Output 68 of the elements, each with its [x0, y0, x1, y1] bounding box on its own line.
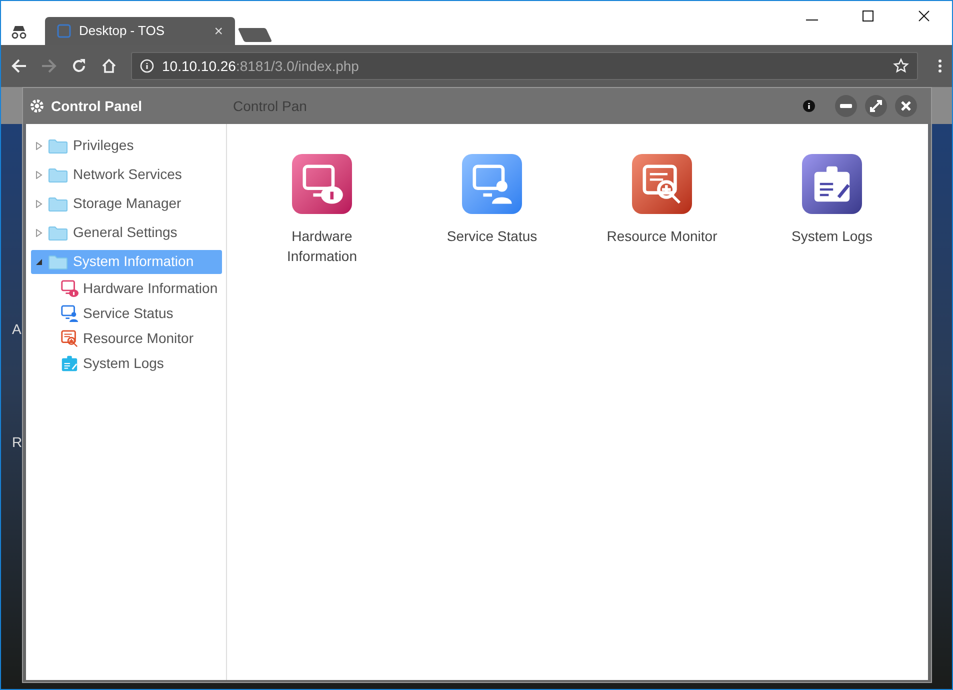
app-tile[interactable]: System Logs: [747, 154, 917, 246]
folder-icon: [48, 138, 68, 154]
tree-item[interactable]: System Logs: [31, 351, 222, 376]
info-icon[interactable]: [140, 59, 154, 73]
monitor-person-icon: [60, 304, 79, 323]
collapsed-triangle-icon[interactable]: [35, 170, 43, 178]
tree-item-label: Resource Monitor: [83, 329, 194, 348]
tree-item-label: Network Services: [73, 165, 182, 184]
star-icon[interactable]: [893, 58, 909, 74]
reload-icon[interactable]: [71, 58, 87, 74]
tile-label: System Logs: [790, 227, 874, 246]
close-icon: [901, 101, 911, 111]
expand-icon: [870, 100, 882, 112]
folder-icon: [48, 196, 68, 212]
address-field[interactable]: 10.10.10.26:8181/3.0/index.php: [131, 52, 918, 80]
collapsed-triangle-icon[interactable]: [35, 200, 43, 208]
back-icon[interactable]: [11, 58, 27, 74]
tree-item-label: Privileges: [73, 136, 134, 155]
browser-tab[interactable]: Desktop - TOS ×: [45, 17, 235, 45]
expanded-triangle-icon[interactable]: [35, 258, 43, 266]
folder-icon: [48, 166, 68, 182]
menu-icon[interactable]: [938, 58, 942, 74]
tree-item[interactable]: Privileges: [31, 134, 222, 158]
clipboard-pen-icon: [60, 354, 79, 373]
desktop-icon-label: A: [12, 320, 22, 339]
folder-icon: [48, 254, 68, 270]
close-icon[interactable]: [918, 10, 930, 22]
tree-item-label: System Information: [73, 252, 194, 271]
gear-icon: [29, 98, 45, 114]
tree-item[interactable]: Resource Monitor: [31, 326, 222, 351]
tile-label: Hardware Information: [286, 227, 358, 266]
tile-label: Resource Monitor: [606, 227, 718, 246]
incognito-icon: [10, 25, 28, 39]
collapsed-triangle-icon[interactable]: [35, 228, 43, 236]
info-icon[interactable]: [803, 100, 815, 112]
tree-item-label: Storage Manager: [73, 194, 182, 213]
tree-item[interactable]: Hardware Information: [31, 276, 222, 301]
tab-title: Desktop - TOS: [79, 22, 166, 40]
minimize-button[interactable]: [835, 95, 857, 117]
monitor-info-icon: [60, 279, 79, 298]
minus-icon: [840, 104, 852, 108]
page-icon: [57, 24, 71, 38]
folder-icon: [48, 224, 68, 240]
url-text: 10.10.10.26:8181/3.0/index.php: [162, 56, 360, 76]
tree-item[interactable]: General Settings: [31, 220, 222, 244]
home-icon[interactable]: [101, 58, 117, 74]
monitor-person-icon: [470, 162, 514, 206]
maximize-icon[interactable]: [862, 10, 874, 22]
collapsed-triangle-icon[interactable]: [35, 142, 43, 150]
tree-item[interactable]: Storage Manager: [31, 192, 222, 216]
close-button[interactable]: [895, 95, 917, 117]
window-title: Control Panel: [51, 96, 142, 116]
monitor-magnifier-icon: [60, 329, 79, 348]
maximize-button[interactable]: [865, 95, 887, 117]
tree-item[interactable]: Service Status: [31, 301, 222, 326]
tile-label: Service Status: [446, 227, 538, 246]
new-tab-button[interactable]: [238, 28, 272, 42]
tree-item-label: System Logs: [83, 354, 164, 373]
tab-close[interactable]: ×: [214, 24, 223, 38]
tree-item-label: Hardware Information: [83, 279, 218, 298]
tree-item-label: General Settings: [73, 223, 178, 242]
app-tile[interactable]: Hardware Information: [237, 154, 407, 266]
app-tile[interactable]: Resource Monitor: [577, 154, 747, 246]
monitor-info-icon: [300, 162, 344, 206]
app-tile[interactable]: Service Status: [407, 154, 577, 246]
desktop-icon-label: R: [12, 433, 22, 452]
tree-item-label: Service Status: [83, 304, 174, 323]
tree-item[interactable]: Network Services: [31, 162, 222, 186]
